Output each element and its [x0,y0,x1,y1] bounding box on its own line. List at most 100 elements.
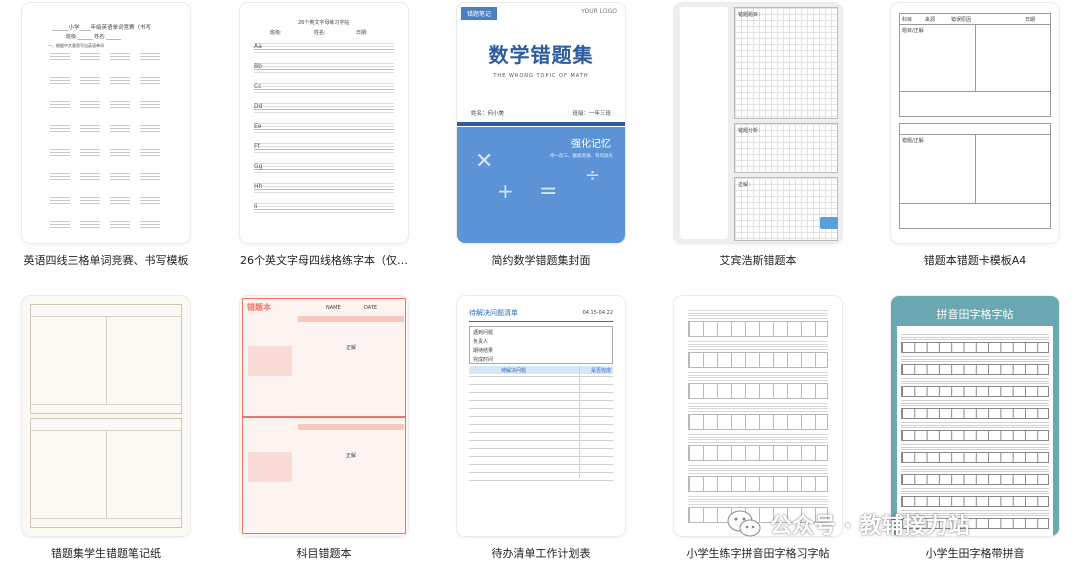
tianzige-row [688,476,828,492]
vertical-divider [975,24,976,91]
guide-line [80,176,100,177]
inner-field-class: 班级: [270,30,282,36]
guide-line [140,104,160,105]
center-label: 正解 [346,345,357,351]
card-thumbnail[interactable]: 错题笔记 YOUR LOGO 数学错题集 THE WRONG TOPIC OF … [457,3,625,243]
guide-line [110,77,130,78]
card-thumbnail[interactable]: 错题题目： 错题分析： 正解： [674,3,842,243]
pinyin-line [901,402,1049,404]
card-caption[interactable]: 小学生田字格带拼音 [891,545,1059,561]
center-label: 正解 [346,453,357,459]
row-label: 完成时间 [473,357,494,363]
guide-line [110,107,130,108]
pinyin-line [688,374,828,376]
template-card-ebbinghaus[interactable]: 错题题目： 错题分析： 正解： 艾宾浩斯错题本 [674,3,842,268]
guide-line [140,125,160,126]
four-line-guide [254,49,394,50]
pinyin-line [901,339,1049,340]
guide-line [50,125,70,126]
card-thumbnail[interactable] [674,296,842,536]
card-thumbnail[interactable]: 科目 来源 错误原因 日期 题目/正解 错题/正解 [891,3,1059,243]
guide-line [110,101,130,102]
card-caption[interactable]: 26个英文字母四线格练字本（仅打... [240,252,408,268]
letter-label: Ff [254,143,260,150]
card-caption[interactable]: 待办清单工作计划表 [457,545,625,561]
template-card-subject-errors[interactable]: 错题本 NAME DATE 正解 正解 科目错题本 [240,296,408,561]
todo-row-line [469,408,613,409]
pinyin-line [688,379,828,381]
pink-panel [248,452,292,482]
guide-line [50,77,70,78]
book-icon [820,217,838,229]
pinyin-line [901,400,1049,401]
guide-line [50,203,70,204]
plus-icon: + [497,179,514,203]
four-line-guide [254,146,394,147]
four-line-guide [254,172,394,173]
tianzige-row [688,414,828,430]
pinyin-line [901,466,1049,467]
guide-line [140,149,160,150]
four-line-guide [254,83,394,84]
pinyin-line [688,439,828,440]
guide-line [140,179,160,180]
guide-line [80,179,100,180]
card-caption[interactable]: 错题集学生错题笔记纸 [22,545,190,561]
card-caption[interactable]: 艾宾浩斯错题本 [674,252,842,268]
label-question: 错题题目： [738,12,764,18]
card-thumbnail[interactable]: 拼音田字格字帖 [891,296,1059,536]
four-line-guide [254,86,394,87]
guide-line [50,107,70,108]
four-line-guide [254,152,394,153]
guide-line [110,221,130,222]
tianzige-row [901,386,1049,397]
cover-motto: 举一反三、触类旁通、有的放矢 [550,154,613,159]
template-card-english-competition[interactable]: ______小学____年级英语单词竞赛（书写 班级:______ 姓名:___… [22,3,190,268]
template-card-todo-list[interactable]: 待解决问题清单 04.15-04.22 遇到问题 负责人 期待结果 完成时间 待… [457,296,625,561]
card-caption[interactable]: 小学生练字拼音田字格习字帖 [674,545,842,561]
label-bottom: 错题/正解 [902,138,924,144]
inner-title: 26个英文字母练习字帖 [298,20,350,26]
template-card-error-card-a4[interactable]: 科目 来源 错误原因 日期 题目/正解 错题/正解 错题本错题卡模板A4 [891,3,1059,268]
todo-col-divider [579,366,580,478]
divider [30,404,182,405]
guide-line [50,221,70,222]
card-caption[interactable]: 科目错题本 [240,545,408,561]
section-divider [242,416,406,418]
card-caption[interactable]: 简约数学错题集封面 [457,252,625,268]
guide-line [50,131,70,132]
guide-line [110,203,130,204]
guide-line [50,53,70,54]
template-card-math-cover[interactable]: 错题笔记 YOUR LOGO 数学错题集 THE WRONG TOPIC OF … [457,3,625,268]
card-thumbnail[interactable]: 26个英文字母练习字帖 班级: 姓名: 日期: Aa Bb Cc Dd Ee Ff Gg Hh… [240,3,408,243]
label-answer: 正解： [738,182,754,188]
times-icon: ✕ [475,149,494,174]
pinyin-line [901,336,1049,338]
guide-line [110,56,130,57]
wechat-icon [727,510,761,537]
guide-line [140,176,160,177]
guide-line [110,152,130,153]
table-header-bottom [298,424,404,430]
pinyin-line [688,441,828,443]
card-thumbnail[interactable] [22,296,190,536]
card-caption[interactable]: 错题本错题卡模板A4 [891,252,1059,268]
inner-fields: 班级:______ 姓名:______ [66,34,121,40]
todo-row-line [469,440,613,441]
guide-line [80,125,100,126]
template-card-student-notes[interactable]: 错题集学生错题笔记纸 [22,296,190,561]
guide-line [110,53,130,54]
field-reason: 错误原因 [951,17,972,23]
row-label: 遇到问题 [473,330,494,336]
card-thumbnail[interactable]: 错题本 NAME DATE 正解 正解 [240,296,408,536]
template-card-alphabet[interactable]: 26个英文字母练习字帖 班级: 姓名: 日期: Aa Bb Cc Dd Ee Ff Gg Hh… [240,3,408,268]
divider [30,518,182,519]
card-thumbnail[interactable]: ______小学____年级英语单词竞赛（书写 班级:______ 姓名:___… [22,3,190,243]
todo-row-line [469,448,613,449]
sheet-title: 待解决问题清单 [469,309,518,317]
card-thumbnail[interactable]: 待解决问题清单 04.15-04.22 遇到问题 负责人 期待结果 完成时间 待… [457,296,625,536]
cover-title: 数学错题集 [488,43,594,67]
card-caption[interactable]: 英语四线三格单词竞赛、书写模板 [22,252,190,268]
field-date: DATE [364,305,378,311]
guide-line [80,77,100,78]
